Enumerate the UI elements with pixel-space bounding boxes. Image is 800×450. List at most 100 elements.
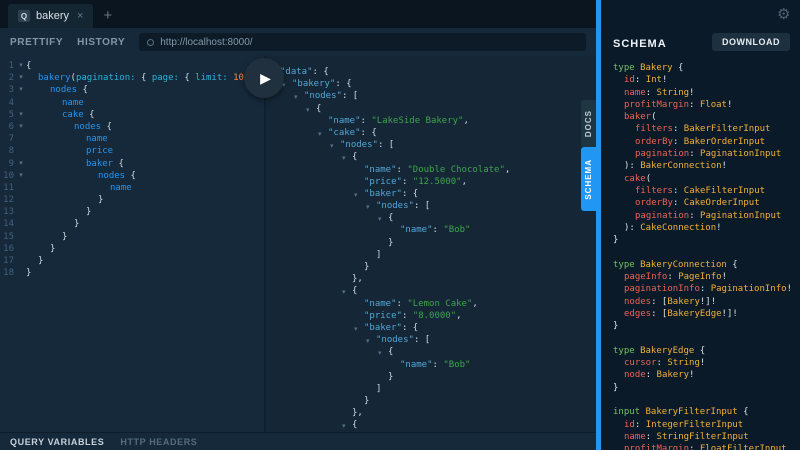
code-token: id [624,75,635,86]
schema-line: pagination: PaginationInput [613,210,798,222]
http-headers-toggle[interactable]: HTTP HEADERS [120,437,197,447]
line-number: 18 [3,268,14,279]
code-token: Bakery [656,370,690,381]
code-token: : [689,210,701,221]
code-token: } [50,243,56,254]
add-tab-button[interactable]: + [103,7,112,24]
code-token: } [613,235,619,246]
code-token: , [472,298,478,309]
schema-line: } [613,234,798,246]
line-number: 13 [3,207,14,218]
code-token: CakeFilterInput [683,185,766,196]
code-token: : [656,358,668,369]
fold-arrow-icon[interactable]: ▾ [16,121,26,133]
code-token: Bakery [667,296,700,307]
code-token: "12.5000" [412,176,462,187]
code-token: baker [624,112,652,123]
fold-gutter [16,182,26,194]
code-token: "nodes" [376,335,414,346]
code-token: "Bob" [443,359,471,370]
query-line: 9 ▾ baker { [0,158,264,170]
result-line: } [266,371,596,383]
result-line: ▾ "nodes": [ [266,139,596,151]
fold-arrow-icon[interactable]: ▾ [16,84,26,96]
code-token: : [ [413,201,431,212]
query-variables-toggle[interactable]: QUERY VARIABLES [10,437,104,447]
code-token: nodes [98,170,126,181]
code-token: nodes [74,121,102,132]
schema-line: orderBy: BakerOrderInput [613,136,798,148]
code-token: name [62,97,84,108]
history-button[interactable]: HISTORY [77,37,125,48]
query-line: 14} [0,218,264,230]
code-token: ! [721,161,727,172]
prettify-button[interactable]: PRETTIFY [10,37,63,48]
query-line: 6 ▾ nodes { [0,121,264,133]
code-token: { [699,345,706,356]
download-schema-button[interactable]: DOWNLOAD [712,33,790,51]
code-token: edges [624,308,652,319]
query-line: 16} [0,243,264,255]
code-token: : [ [651,296,668,307]
schema-line: id: IntegerFilterInput [613,419,798,431]
code-token: Int [645,75,662,86]
schema-line: profitMargin: Float! [613,99,798,111]
schema-line: ): CakeConnection! [613,222,798,234]
code-token: } [613,382,619,393]
code-token: PaginationInput [700,149,782,160]
execute-button[interactable]: ▶ [244,58,284,98]
code-token: "name" [328,115,361,126]
code-token: : [645,87,657,98]
code-token: "Bob" [443,225,471,236]
query-line: 4 name [0,97,264,109]
fold-arrow-icon[interactable]: ▾ [16,170,26,182]
code-token: ): [624,222,641,233]
code-token: BakerOrderInput [683,136,766,147]
line-number: 15 [3,231,14,242]
line-number: 4 [8,97,14,108]
result-line: } [266,261,596,273]
code-token: nodes [50,85,78,96]
code-token: } [98,195,104,206]
code-token: : [672,185,684,196]
code-token: ] [376,249,382,260]
settings-gear-icon[interactable]: ⚙ [777,5,790,23]
result-line: "name": "Lemon Cake", [266,298,596,310]
line-number: 10 [3,170,14,181]
fold-gutter [16,243,26,255]
result-line: ] [266,383,596,395]
code-token: orderBy [635,198,673,209]
schema-side-tab[interactable]: SCHEMA [581,147,596,211]
schema-sdl-view[interactable]: type Bakery {id: Int! name: String! profit… [613,62,798,450]
line-number: 8 [8,146,14,157]
code-token: : [ [651,308,668,319]
code-token: { [140,73,152,84]
result-line: ▾{ [266,151,596,163]
code-token: { [743,407,749,418]
query-editor[interactable]: 1 ▾{2 ▾ bakery(pagination: { page: { limit:… [0,56,264,432]
fold-arrow-icon[interactable]: ▾ [16,158,26,170]
endpoint-url-text: http://localhost:8000/ [160,36,253,48]
docs-side-tab[interactable]: DOCS [581,100,596,147]
code-token: ( [645,173,652,184]
code-token: } [38,256,44,266]
results-viewer[interactable]: ▾"data": {▾"bakery": {▾"nodes": [▾{"name… [266,56,596,432]
result-line: } [266,237,596,249]
code-token: { [77,85,88,96]
fold-arrow-icon[interactable]: ▾ [342,421,346,432]
fold-arrow-icon[interactable]: ▾ [16,60,26,72]
tab-bakery[interactable]: Q bakery × [8,4,94,28]
tab-bar: Q bakery × + [0,0,596,28]
code-token: { [732,259,738,270]
fold-arrow-icon[interactable]: ▾ [16,109,26,121]
code-token: { [125,170,136,181]
fold-arrow-icon[interactable]: ▾ [16,72,26,84]
endpoint-url-input[interactable]: http://localhost:8000/ [139,33,586,51]
code-token: ! [721,272,727,283]
code-token: : [360,115,372,126]
code-token: !]! [721,308,738,319]
close-tab-icon[interactable]: × [75,10,83,22]
code-token: "LakeSide Bakery" [371,115,464,126]
result-line: "price": "8.0000", [266,310,596,322]
code-token: PageInfo [678,272,722,283]
